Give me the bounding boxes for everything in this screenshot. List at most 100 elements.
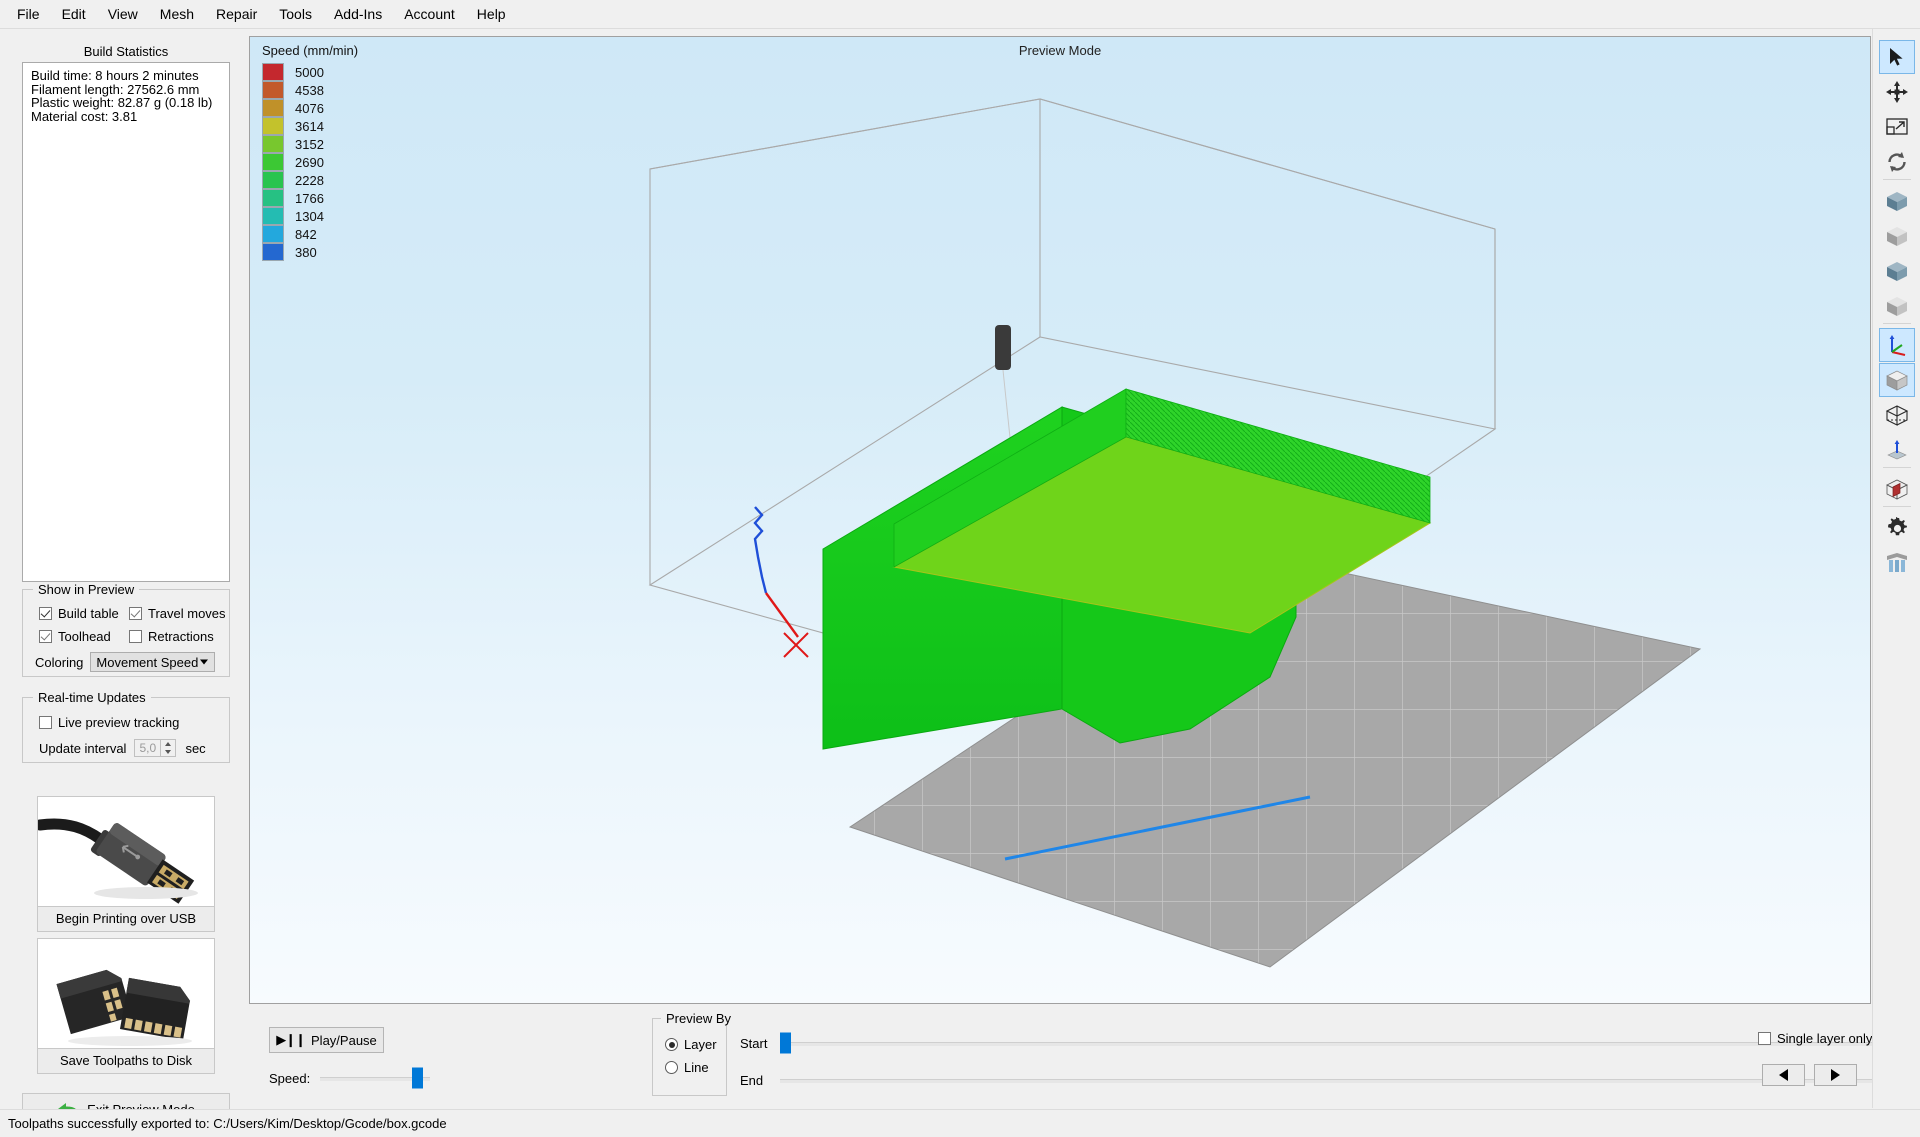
preview-by-group: Preview By Layer Line — [652, 1011, 737, 1096]
cube-left-icon — [1887, 262, 1907, 281]
realtime-updates-title: Real-time Updates — [33, 690, 151, 705]
coloring-label: Coloring — [35, 654, 84, 670]
checkbox-toolhead-box[interactable] — [39, 630, 52, 643]
view-back-tool[interactable] — [1879, 219, 1915, 253]
checkbox-travel-moves[interactable]: Travel moves — [129, 606, 226, 621]
view-wireframe-tool[interactable] — [1879, 398, 1915, 432]
menu-item-tools[interactable]: Tools — [268, 2, 323, 26]
cross-section-cube-icon — [1886, 479, 1908, 500]
cube-iso-icon — [1886, 370, 1908, 391]
checkbox-travel-moves-label: Travel moves — [148, 606, 226, 621]
checkbox-build-table[interactable]: Build table — [39, 606, 119, 621]
begin-printing-over-usb-label: Begin Printing over USB — [55, 911, 197, 926]
checkbox-toolhead[interactable]: Toolhead — [39, 629, 111, 644]
checkbox-retractions-box[interactable] — [129, 630, 142, 643]
start-slider[interactable] — [780, 1032, 1920, 1054]
update-interval-value: 5,0 — [139, 741, 157, 755]
menu-item-view[interactable]: View — [97, 2, 149, 26]
update-interval-spin-buttons[interactable] — [160, 740, 176, 756]
checkbox-retractions[interactable]: Retractions — [129, 629, 214, 644]
save-toolpaths-to-disk-label: Save Toolpaths to Disk — [60, 1053, 192, 1068]
build-time-line: Build time: 8 hours 2 minutes — [31, 68, 199, 83]
coloring-select[interactable]: Movement Speed — [90, 652, 216, 672]
move-arrows-icon — [1886, 81, 1908, 103]
radio-layer-dot[interactable] — [665, 1038, 678, 1051]
checkbox-live-preview-tracking-label: Live preview tracking — [58, 715, 180, 730]
view-front-tool[interactable] — [1879, 184, 1915, 218]
supports-tool[interactable] — [1879, 546, 1915, 580]
cube-front-icon — [1887, 192, 1907, 211]
checkbox-build-table-box[interactable] — [39, 607, 52, 620]
view-iso-tool[interactable] — [1879, 363, 1915, 397]
play-pause-button[interactable]: ▶❙❙ Play/Pause — [269, 1027, 384, 1053]
usb-cable-icon — [38, 797, 214, 907]
menu-item-addins[interactable]: Add-Ins — [323, 2, 393, 26]
chevron-down-icon — [200, 659, 209, 665]
end-slider[interactable] — [780, 1071, 1920, 1089]
build-statistics-box: Build time: 8 hours 2 minutes Filament l… — [22, 62, 230, 582]
checkbox-single-layer-only-box[interactable] — [1758, 1032, 1771, 1045]
radio-line-dot[interactable] — [665, 1061, 678, 1074]
application-window: File Edit View Mesh Repair Tools Add-Ins… — [0, 0, 1920, 1137]
show-in-preview-group: Show in Preview Build table Travel moves… — [22, 582, 230, 677]
menu-item-edit[interactable]: Edit — [51, 2, 97, 26]
toolpath-scene — [648, 98, 1702, 968]
arrow-right-icon — [1831, 1069, 1840, 1081]
menu-item-mesh[interactable]: Mesh — [149, 2, 205, 26]
update-interval-label: Update interval — [39, 740, 127, 756]
build-statistics-title: Build Statistics — [83, 44, 169, 59]
radio-layer-label: Layer — [684, 1037, 717, 1052]
plastic-weight-line: Plastic weight: 82.87 g (0.18 lb) — [31, 95, 213, 110]
start-slider-track — [780, 1042, 1920, 1046]
select-arrow-tool[interactable] — [1879, 40, 1915, 74]
menu-item-help[interactable]: Help — [466, 2, 517, 26]
view-axes-tool[interactable] — [1879, 328, 1915, 362]
supports-icon — [1887, 553, 1907, 572]
radio-layer[interactable]: Layer — [665, 1037, 717, 1052]
rotate-tool[interactable] — [1879, 145, 1915, 179]
speed-slider[interactable] — [320, 1067, 431, 1089]
spin-up-icon[interactable] — [161, 740, 175, 748]
spin-down-icon[interactable] — [161, 748, 175, 756]
scale-tool[interactable] — [1879, 110, 1915, 144]
playback-control-bar: ▶❙❙ Play/Pause Speed: Preview By Layer L… — [249, 1005, 1920, 1108]
speed-slider-thumb[interactable] — [412, 1067, 424, 1089]
cross-section-tool[interactable] — [1879, 472, 1915, 506]
start-label: Start — [740, 1036, 768, 1051]
settings-gear-tool[interactable] — [1879, 511, 1915, 545]
coloring-row: Coloring Movement Speed — [35, 652, 216, 672]
checkbox-live-preview-tracking[interactable]: Live preview tracking — [39, 715, 179, 730]
menu-item-repair[interactable]: Repair — [205, 2, 268, 26]
wireframe-cube-icon — [1885, 405, 1909, 426]
next-layer-button[interactable] — [1814, 1064, 1857, 1086]
right-toolbar — [1872, 29, 1920, 1108]
checkbox-single-layer-only-label: Single layer only — [1777, 1031, 1873, 1046]
toolbar-divider-4 — [1883, 506, 1911, 507]
previous-layer-button[interactable] — [1762, 1064, 1805, 1086]
toolbar-divider-1 — [1883, 179, 1911, 180]
cube-back-icon — [1887, 227, 1907, 246]
checkbox-live-preview-tracking-box[interactable] — [39, 716, 52, 729]
update-interval-row: Update interval 5,0 sec — [39, 739, 206, 757]
play-pause-icon: ▶❙❙ — [276, 1032, 306, 1047]
end-slider-track — [780, 1079, 1920, 1083]
move-tool[interactable] — [1879, 75, 1915, 109]
checkbox-travel-moves-box[interactable] — [129, 607, 142, 620]
view-left-tool[interactable] — [1879, 254, 1915, 288]
cursor-arrow-icon — [1890, 48, 1903, 66]
radio-line[interactable]: Line — [665, 1060, 709, 1075]
start-slider-thumb[interactable] — [780, 1032, 791, 1054]
origin-axes — [753, 506, 809, 658]
end-label: End — [740, 1073, 764, 1088]
save-toolpaths-to-disk-button[interactable]: Save Toolpaths to Disk — [37, 938, 215, 1074]
3d-viewport[interactable]: Preview Mode Speed (mm/min) 5000 4538 4076… — [249, 36, 1871, 1004]
checkbox-single-layer-only[interactable]: Single layer only — [1758, 1031, 1872, 1046]
menu-item-file[interactable]: File — [6, 2, 51, 26]
view-top-tool[interactable] — [1879, 433, 1915, 467]
left-panel: Build Statistics Build time: 8 hours 2 m… — [0, 29, 248, 1125]
checkbox-retractions-label: Retractions — [148, 629, 214, 644]
menu-item-account[interactable]: Account — [393, 2, 466, 26]
update-interval-stepper[interactable]: 5,0 — [134, 739, 177, 757]
view-right-tool[interactable] — [1879, 289, 1915, 323]
begin-printing-over-usb-button[interactable]: Begin Printing over USB — [37, 796, 215, 932]
